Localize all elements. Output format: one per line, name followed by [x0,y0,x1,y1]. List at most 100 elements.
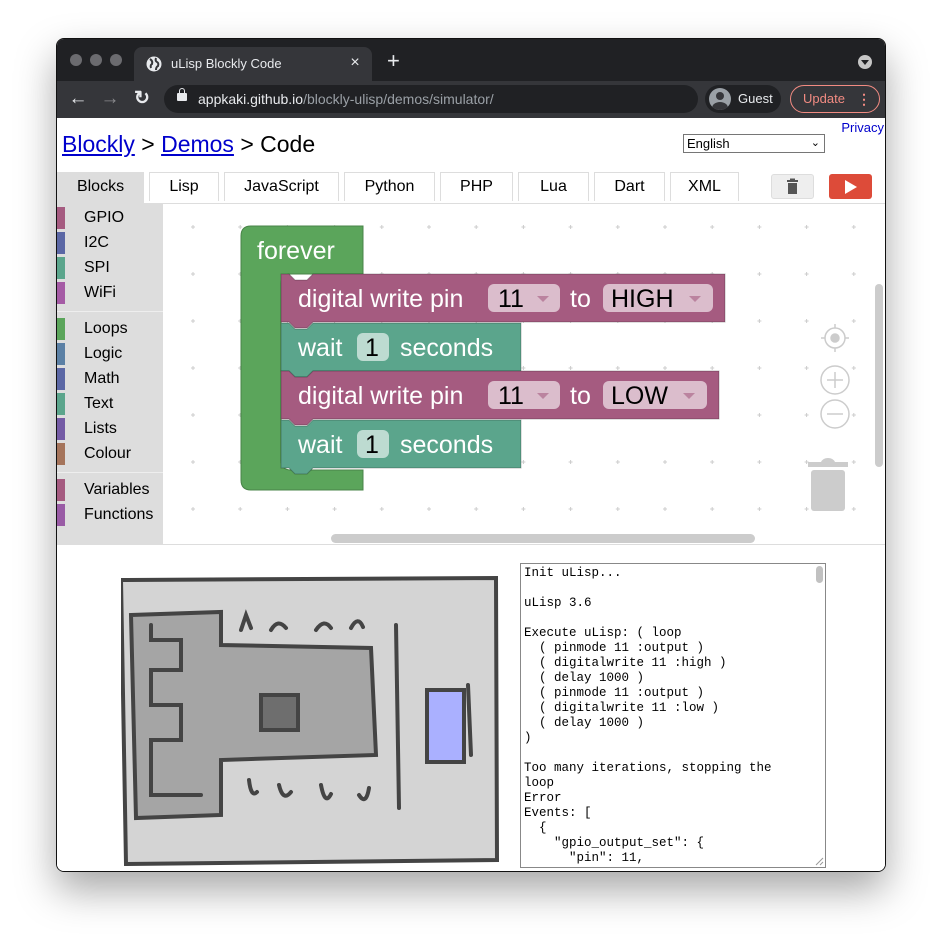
profile-label: Guest [738,91,773,106]
board-simulator [121,575,500,867]
wait-label: wait [297,334,343,362]
update-button[interactable]: Update ⋮ [790,85,880,113]
breadcrumb-current: > Code [233,131,316,157]
tab-dart[interactable]: Dart [594,172,665,201]
toolbox-category-loops[interactable]: Loops [57,318,163,340]
led-indicator [425,688,466,764]
grid-dot [238,507,243,511]
console-scrollbar[interactable] [816,566,823,583]
workspace-canvas[interactable]: forever digital write pin 11 to HIGH wait 1 sec… [163,204,885,544]
grid-dot [379,507,384,511]
grid-dot [568,507,573,511]
grid-dot [710,225,715,229]
url-text: appkaki.github.io/blockly-ulisp/demos/si… [198,91,494,107]
horizontal-scrollbar[interactable] [331,534,755,543]
toolbox-category-spi[interactable]: SPI [57,257,163,279]
category-label: SPI [84,259,110,276]
seconds-label: seconds [400,334,493,362]
trash-icon [787,178,798,194]
resize-handle-icon[interactable] [815,857,824,866]
toolbox-category-wifi[interactable]: WiFi [57,282,163,304]
zoom-out-icon[interactable] [820,399,850,429]
browser-tab[interactable]: uLisp Blockly Code × [134,47,372,81]
pin-value: 11 [498,382,524,410]
category-color-swatch [57,479,65,501]
category-color-swatch [57,232,65,254]
toolbox-category-i2c[interactable]: I2C [57,232,163,254]
grid-dot [615,366,620,370]
close-window-button[interactable] [70,54,82,66]
new-tab-button[interactable]: + [387,50,400,72]
grid-dot [191,272,195,276]
grid-dot [663,225,667,229]
tab-search-icon[interactable] [858,55,872,69]
tab-python[interactable]: Python [344,172,435,201]
category-color-swatch [57,393,65,415]
language-select[interactable]: English ⌄ [683,134,825,153]
address-bar[interactable]: appkaki.github.io/blockly-ulisp/demos/si… [164,85,698,113]
lock-icon [177,88,187,101]
forever-label: forever [257,237,335,265]
grid-dot [851,366,856,370]
grid-dot [851,413,856,417]
privacy-link[interactable]: Privacy [841,120,884,135]
toolbox-category-text[interactable]: Text [57,393,163,415]
category-color-swatch [57,207,65,229]
back-button[interactable]: ← [66,87,90,111]
category-label: Math [84,370,120,387]
menu-icon[interactable]: ⋮ [857,91,871,108]
grid-dot [191,225,195,229]
vertical-scrollbar[interactable] [875,284,883,467]
breadcrumb-demos-link[interactable]: Demos [161,131,234,157]
toolbox-category-variables[interactable]: Variables [57,479,163,501]
wait-label: wait [297,431,343,459]
tab-php[interactable]: PHP [440,172,513,201]
zoom-in-icon[interactable] [820,365,850,395]
page-content: Privacy Blockly > Demos > Code English ⌄… [57,118,885,871]
grid-dot [191,319,195,323]
breadcrumb-separator: > [134,131,162,157]
toolbox-category-lists[interactable]: Lists [57,418,163,440]
category-label: Variables [84,481,150,498]
profile-button[interactable]: Guest [705,85,781,113]
category-label: WiFi [84,284,116,301]
block-stack[interactable]: forever digital write pin 11 to HIGH wait 1 sec… [240,225,726,491]
tab-strip: uLisp Blockly Code × + [57,39,885,81]
breadcrumb-blockly-link[interactable]: Blockly [62,131,135,157]
chevron-down-icon: ⌄ [810,137,820,149]
category-color-swatch [57,504,65,526]
console-output[interactable]: Init uLisp... uLisp 3.6 Execute uLisp: (… [520,563,826,868]
minimize-window-button[interactable] [90,54,102,66]
recenter-icon[interactable] [821,324,849,352]
url-domain: appkaki.github.io [198,91,304,107]
trash-button[interactable] [771,174,814,199]
zoom-window-button[interactable] [110,54,122,66]
grid-dot [804,413,809,417]
tab-xml[interactable]: XML [670,172,739,201]
run-button[interactable] [829,174,872,199]
tab-close-icon[interactable]: × [346,54,364,72]
category-label: Text [84,395,114,412]
grid-dot [521,225,526,229]
toolbox-category-gpio[interactable]: GPIO [57,207,163,229]
category-color-swatch [57,343,65,365]
toolbox-category-functions[interactable]: Functions [57,504,163,526]
reload-button[interactable]: ↻ [130,87,154,111]
toolbox-category-logic[interactable]: Logic [57,343,163,365]
toolbox-category-colour[interactable]: Colour [57,443,163,465]
blockly-workspace: GPIO I2C SPI WiFi Loops Logic Math Text Lists Col… [57,204,885,545]
grid-dot [851,460,856,464]
workspace-trash-icon[interactable] [808,458,848,511]
toolbox-separator [57,311,163,312]
toolbox-category-math[interactable]: Math [57,368,163,390]
grid-dot [521,507,526,511]
tab-lisp[interactable]: Lisp [149,172,219,201]
grid-dot [191,413,195,417]
tab-title: uLisp Blockly Code [171,56,282,71]
grid-dot [521,460,526,464]
tab-blocks[interactable]: Blocks [57,172,144,204]
forward-button[interactable]: → [98,87,122,111]
tab-lua[interactable]: Lua [518,172,589,201]
category-color-swatch [57,318,65,340]
tab-javascript[interactable]: JavaScript [224,172,339,201]
